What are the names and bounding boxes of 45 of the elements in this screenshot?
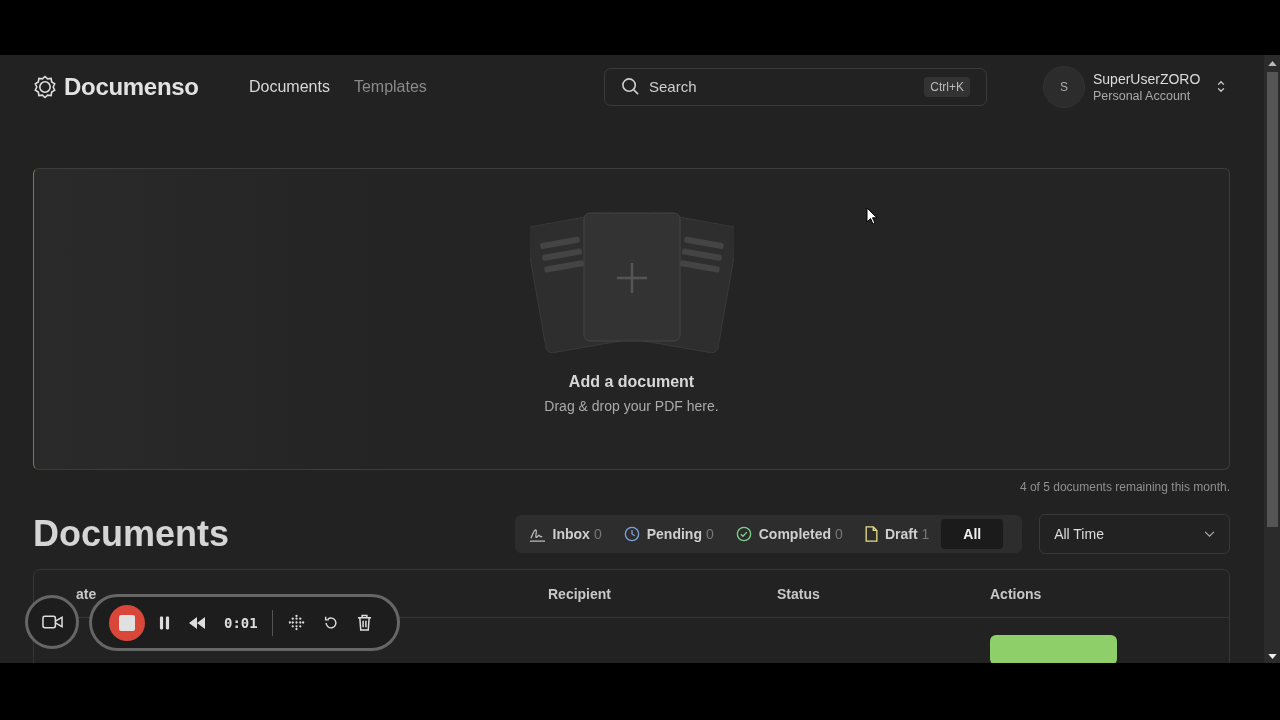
logo-text: Documenso bbox=[64, 72, 199, 101]
scrollbar[interactable] bbox=[1264, 55, 1280, 663]
status-tab[interactable]: Completed 0 bbox=[725, 519, 853, 549]
check-circle-icon bbox=[735, 526, 752, 542]
status-tab[interactable]: Inbox 0 bbox=[518, 519, 612, 549]
status-tab[interactable]: Draft 1 bbox=[854, 519, 940, 549]
shortcut-badge: Ctrl+K bbox=[924, 76, 970, 97]
dot-grid-icon[interactable] bbox=[287, 614, 305, 631]
upload-hint: Drag & drop your PDF here. bbox=[544, 398, 719, 414]
pause-icon[interactable] bbox=[159, 615, 170, 630]
file-icon bbox=[864, 526, 878, 542]
nav-link[interactable]: Documents bbox=[249, 77, 330, 96]
account-type: Personal Account bbox=[1093, 88, 1192, 103]
rewind-icon[interactable] bbox=[188, 616, 206, 629]
status-tab[interactable]: Pending 0 bbox=[613, 519, 724, 549]
signature-icon bbox=[528, 526, 546, 542]
scroll-down-icon bbox=[1267, 654, 1277, 659]
column-header: ate bbox=[76, 585, 98, 602]
recording-time: 0:01 bbox=[224, 614, 258, 631]
status-tab[interactable]: All bbox=[941, 519, 1004, 549]
period-select[interactable]: All Time bbox=[1039, 514, 1230, 554]
stop-button[interactable] bbox=[109, 604, 145, 641]
logo-icon bbox=[33, 74, 57, 99]
column-header: Recipient bbox=[548, 585, 612, 602]
chevron-down-icon bbox=[1204, 530, 1215, 538]
restart-icon[interactable] bbox=[322, 614, 339, 631]
upload-title: Add a document bbox=[568, 373, 695, 391]
account-switcher[interactable]: S SuperUserZORO Personal Account bbox=[1043, 65, 1226, 108]
search-placeholder: Search bbox=[649, 78, 698, 95]
search-field[interactable]: Search Ctrl+K bbox=[604, 67, 987, 106]
video-camera-icon bbox=[41, 615, 63, 629]
page-heading: Documents bbox=[33, 513, 231, 555]
quota-text: 4 of 5 documents remaining this month. bbox=[1019, 480, 1230, 494]
column-header: Status bbox=[777, 585, 821, 602]
scroll-up-icon bbox=[1267, 61, 1277, 66]
nav-link[interactable]: Templates bbox=[353, 77, 427, 96]
cursor-icon bbox=[866, 207, 878, 225]
upload-dropzone[interactable]: Add a document Drag & drop your PDF here. bbox=[33, 168, 1230, 470]
column-header: Actions bbox=[990, 585, 1043, 602]
account-name: SuperUserZORO bbox=[1093, 70, 1202, 87]
avatar: S bbox=[1043, 65, 1085, 108]
chevron-updown-icon bbox=[1216, 79, 1226, 94]
search-icon bbox=[621, 77, 640, 96]
trash-icon[interactable] bbox=[356, 614, 372, 631]
clock-icon bbox=[623, 526, 640, 542]
